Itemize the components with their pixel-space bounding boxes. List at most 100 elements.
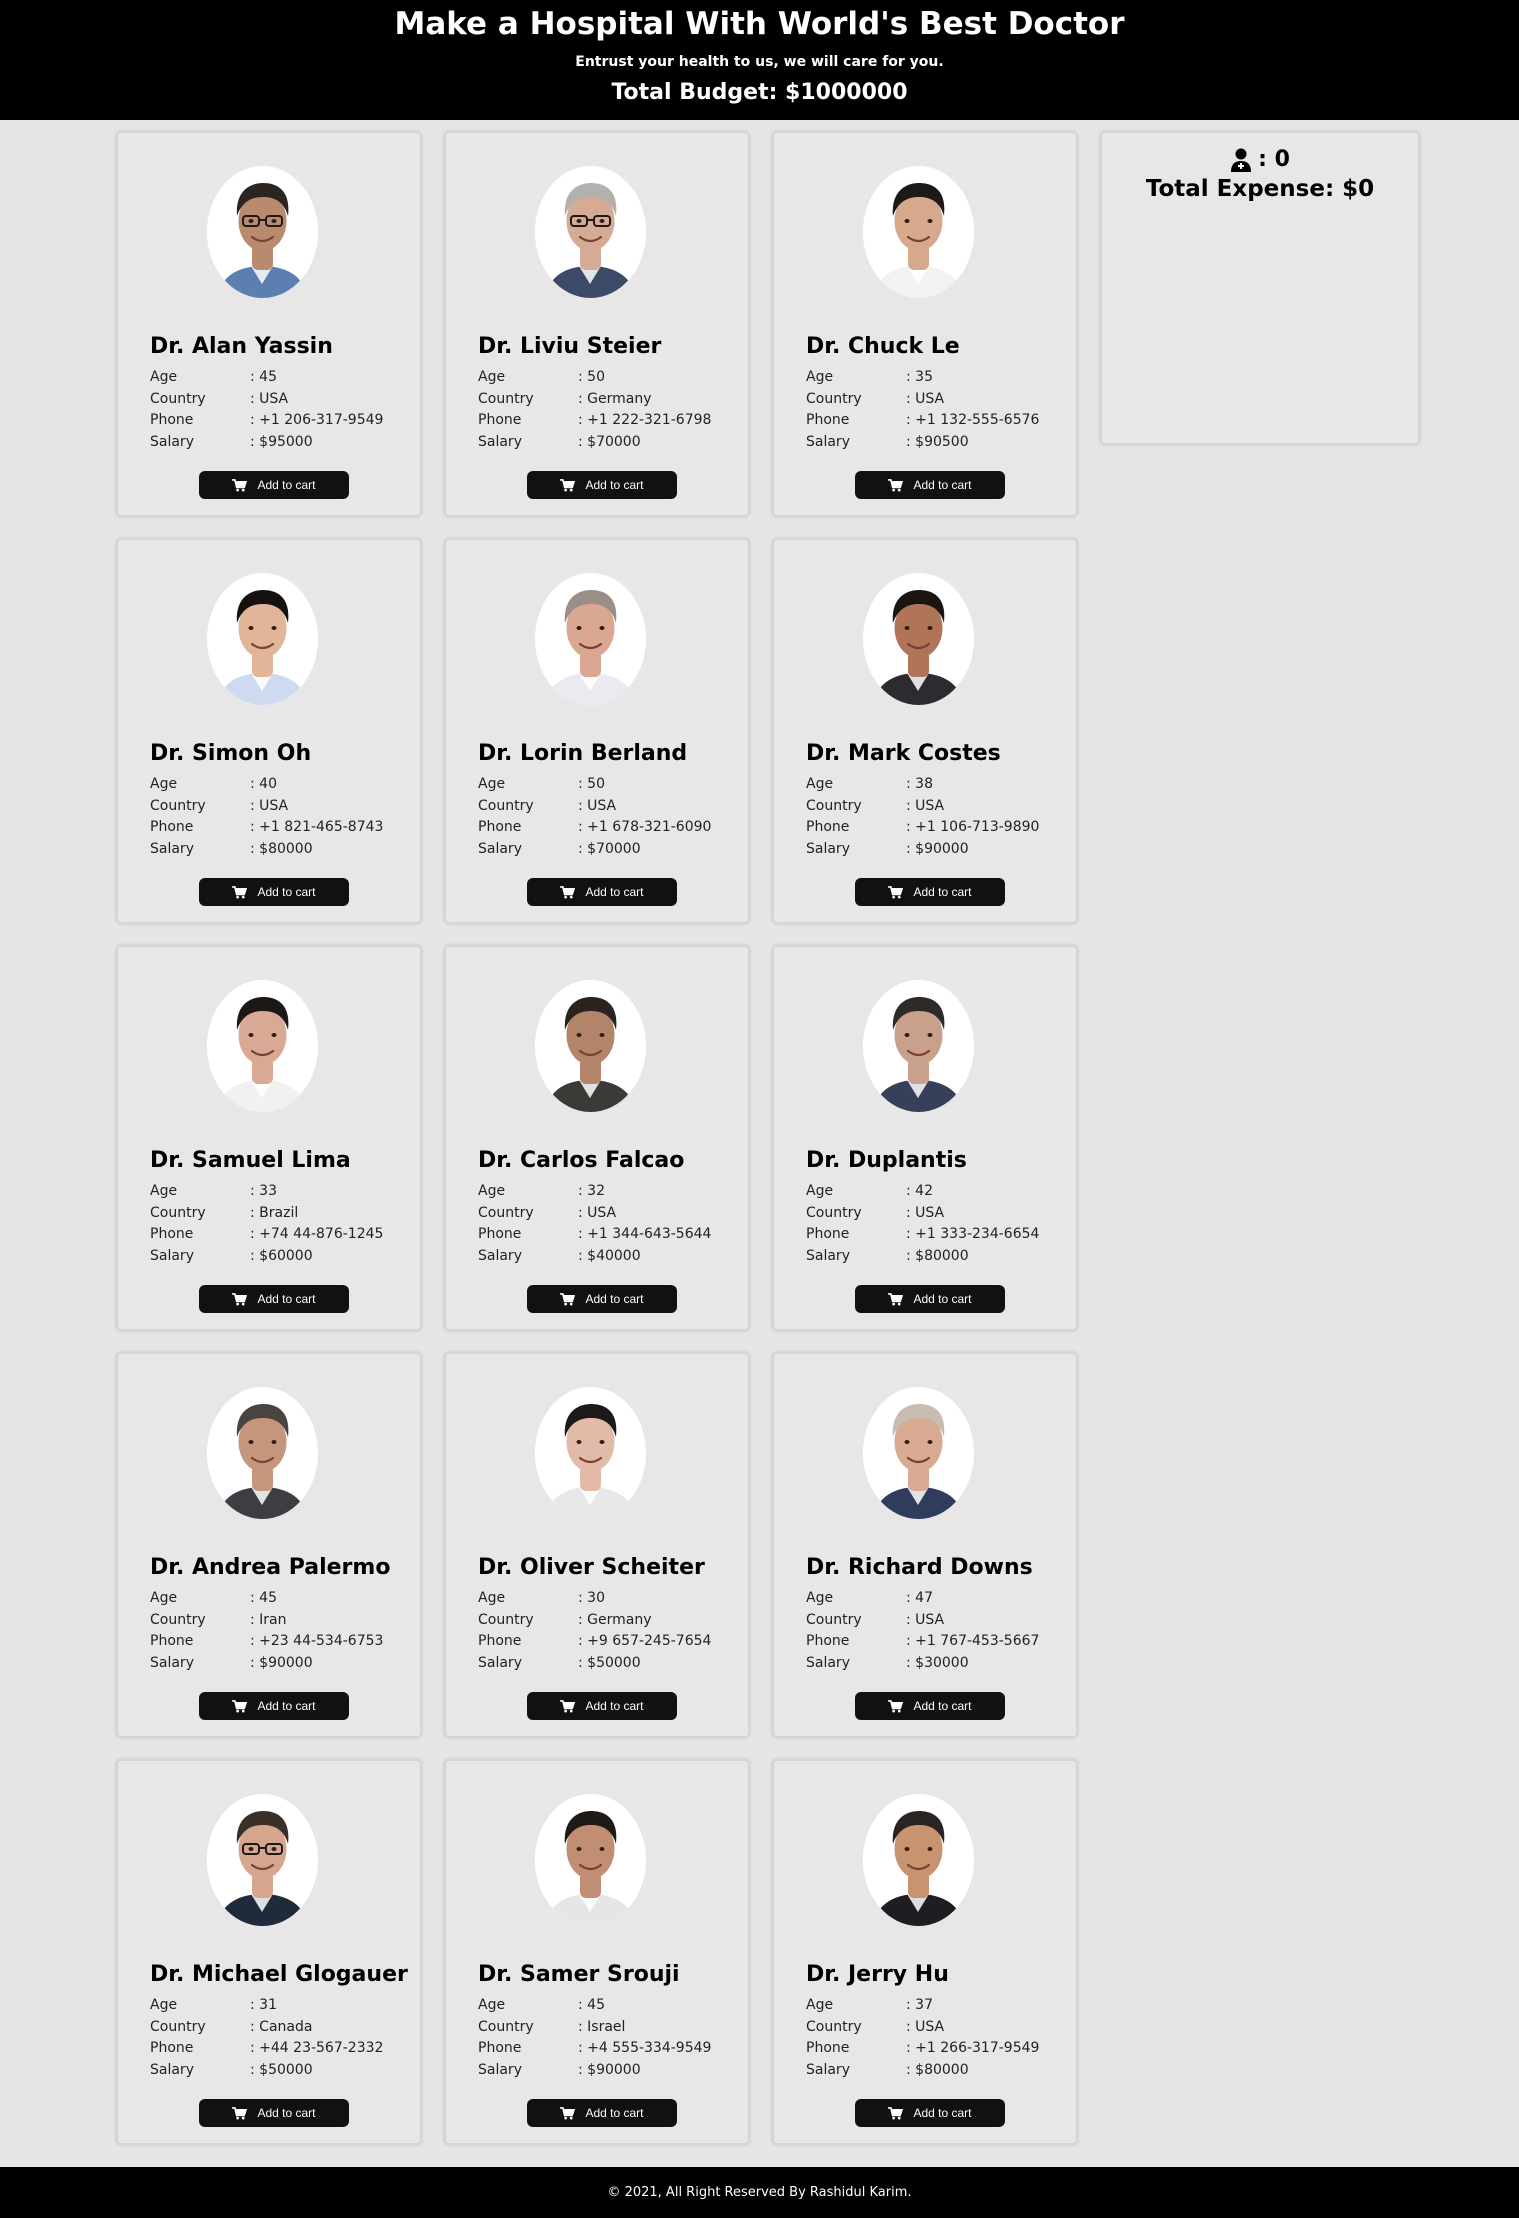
add-to-cart-button[interactable]: Add to cart <box>855 1285 1005 1313</box>
doctor-name: Dr. Michael Glogauer <box>150 1962 408 1987</box>
age-label: Age <box>478 1997 506 2013</box>
phone-label: Phone <box>806 1226 850 1242</box>
add-to-cart-button[interactable]: Add to cart <box>199 1285 349 1313</box>
doctor-icon <box>1231 148 1252 172</box>
salary-label: Salary <box>478 433 522 450</box>
cart-icon <box>560 2106 576 2120</box>
doctor-photo <box>207 1794 318 1926</box>
doctor-info: Age : 50 Country : Germany Phone : +1 22… <box>478 367 711 453</box>
phone-row: Phone : +1 821-465-8743 <box>150 817 383 839</box>
add-to-cart-button[interactable]: Add to cart <box>199 878 349 906</box>
salary-value: : $70000 <box>578 433 641 450</box>
phone-value: : +23 44-534-6753 <box>250 1633 384 1649</box>
add-to-cart-button[interactable]: Add to cart <box>527 1692 677 1720</box>
country-label: Country <box>150 797 206 814</box>
age-label: Age <box>806 1997 834 2013</box>
country-label: Country <box>478 2018 534 2035</box>
doctor-photo <box>863 166 974 298</box>
age-label: Age <box>150 776 178 792</box>
doctor-name: Dr. Andrea Palermo <box>150 1555 391 1580</box>
doctor-card: Dr. Jerry Hu Age : 37 Country : USA Phon… <box>772 1759 1078 2145</box>
add-to-cart-button[interactable]: Add to cart <box>199 1692 349 1720</box>
salary-label: Salary <box>478 1247 522 1264</box>
doctor-photo <box>535 980 646 1112</box>
phone-value: : +9 657-245-7654 <box>578 1633 712 1649</box>
phone-label: Phone <box>478 1633 522 1649</box>
age-row: Age : 45 <box>478 1995 711 2017</box>
add-to-cart-button[interactable]: Add to cart <box>527 878 677 906</box>
doctor-card: Dr. Samuel Lima Age : 33 Country : Brazi… <box>116 945 422 1331</box>
doctor-photo <box>535 1387 646 1519</box>
salary-row: Salary : $60000 <box>150 1246 383 1268</box>
add-to-cart-button[interactable]: Add to cart <box>199 471 349 499</box>
doctor-info: Age : 33 Country : Brazil Phone : +74 44… <box>150 1181 383 1267</box>
salary-label: Salary <box>150 2061 194 2078</box>
country-value: : Germany <box>578 390 652 407</box>
phone-row: Phone : +1 132-555-6576 <box>806 410 1039 432</box>
phone-label: Phone <box>478 2040 522 2056</box>
doctor-name: Dr. Carlos Falcao <box>478 1148 685 1173</box>
salary-label: Salary <box>806 1247 850 1264</box>
salary-row: Salary : $95000 <box>150 432 383 454</box>
doctor-portrait <box>535 573 646 705</box>
cart-icon <box>232 885 248 899</box>
add-to-cart-button[interactable]: Add to cart <box>855 1692 1005 1720</box>
doctor-card: Dr. Simon Oh Age : 40 Country : USA Phon… <box>116 538 422 924</box>
country-row: Country : USA <box>478 1203 711 1225</box>
add-to-cart-button[interactable]: Add to cart <box>527 1285 677 1313</box>
age-row: Age : 38 <box>806 774 1039 796</box>
age-row: Age : 45 <box>150 367 383 389</box>
add-to-cart-button[interactable]: Add to cart <box>527 471 677 499</box>
add-to-cart-button[interactable]: Add to cart <box>527 2099 677 2127</box>
add-to-cart-label: Add to cart <box>585 1292 644 1306</box>
doctor-info: Age : 45 Country : Israel Phone : +4 555… <box>478 1995 711 2081</box>
page-subtitle: Entrust your health to us, we will care … <box>575 54 944 70</box>
salary-value: : $50000 <box>250 2061 313 2078</box>
salary-row: Salary : $90000 <box>478 2060 711 2082</box>
add-to-cart-button[interactable]: Add to cart <box>855 878 1005 906</box>
doctor-name: Dr. Simon Oh <box>150 741 312 766</box>
phone-label: Phone <box>150 2040 194 2056</box>
salary-row: Salary : $90000 <box>806 839 1039 861</box>
country-row: Country : USA <box>806 389 1039 411</box>
country-row: Country : Germany <box>478 1610 711 1632</box>
age-label: Age <box>806 369 834 385</box>
country-label: Country <box>806 1204 862 1221</box>
doctor-photo <box>863 573 974 705</box>
salary-label: Salary <box>806 2061 850 2078</box>
phone-value: : +44 23-567-2332 <box>250 2040 384 2056</box>
doctor-photo <box>863 1794 974 1926</box>
cart-icon <box>888 1292 904 1306</box>
doctor-name: Dr. Mark Costes <box>806 741 1001 766</box>
phone-label: Phone <box>150 1226 194 1242</box>
cart-count-line: : 0 <box>1102 147 1418 172</box>
phone-label: Phone <box>806 2040 850 2056</box>
age-value: : 50 <box>578 369 605 385</box>
doctor-card: Dr. Oliver Scheiter Age : 30 Country : G… <box>444 1352 750 1738</box>
phone-row: Phone : +23 44-534-6753 <box>150 1631 383 1653</box>
country-row: Country : USA <box>150 389 383 411</box>
doctor-info: Age : 38 Country : USA Phone : +1 106-71… <box>806 774 1039 860</box>
age-label: Age <box>806 1590 834 1606</box>
salary-value: : $60000 <box>250 1247 313 1264</box>
age-row: Age : 31 <box>150 1995 383 2017</box>
add-to-cart-button[interactable]: Add to cart <box>855 471 1005 499</box>
doctor-info: Age : 35 Country : USA Phone : +1 132-55… <box>806 367 1039 453</box>
add-to-cart-button[interactable]: Add to cart <box>199 2099 349 2127</box>
doctor-photo <box>207 1387 318 1519</box>
country-row: Country : Brazil <box>150 1203 383 1225</box>
doctor-info: Age : 45 Country : USA Phone : +1 206-31… <box>150 367 383 453</box>
doctor-portrait <box>535 980 646 1112</box>
add-to-cart-button[interactable]: Add to cart <box>855 2099 1005 2127</box>
phone-value: : +1 333-234-6654 <box>906 1226 1040 1242</box>
phone-value: : +1 206-317-9549 <box>250 412 384 428</box>
salary-value: : $40000 <box>578 1247 641 1264</box>
age-label: Age <box>150 1997 178 2013</box>
country-label: Country <box>806 797 862 814</box>
age-value: : 35 <box>906 369 933 385</box>
doctor-portrait <box>863 1794 974 1926</box>
doctor-name: Dr. Alan Yassin <box>150 334 333 359</box>
salary-value: : $90000 <box>906 840 969 857</box>
age-label: Age <box>478 369 506 385</box>
salary-value: : $90000 <box>578 2061 641 2078</box>
